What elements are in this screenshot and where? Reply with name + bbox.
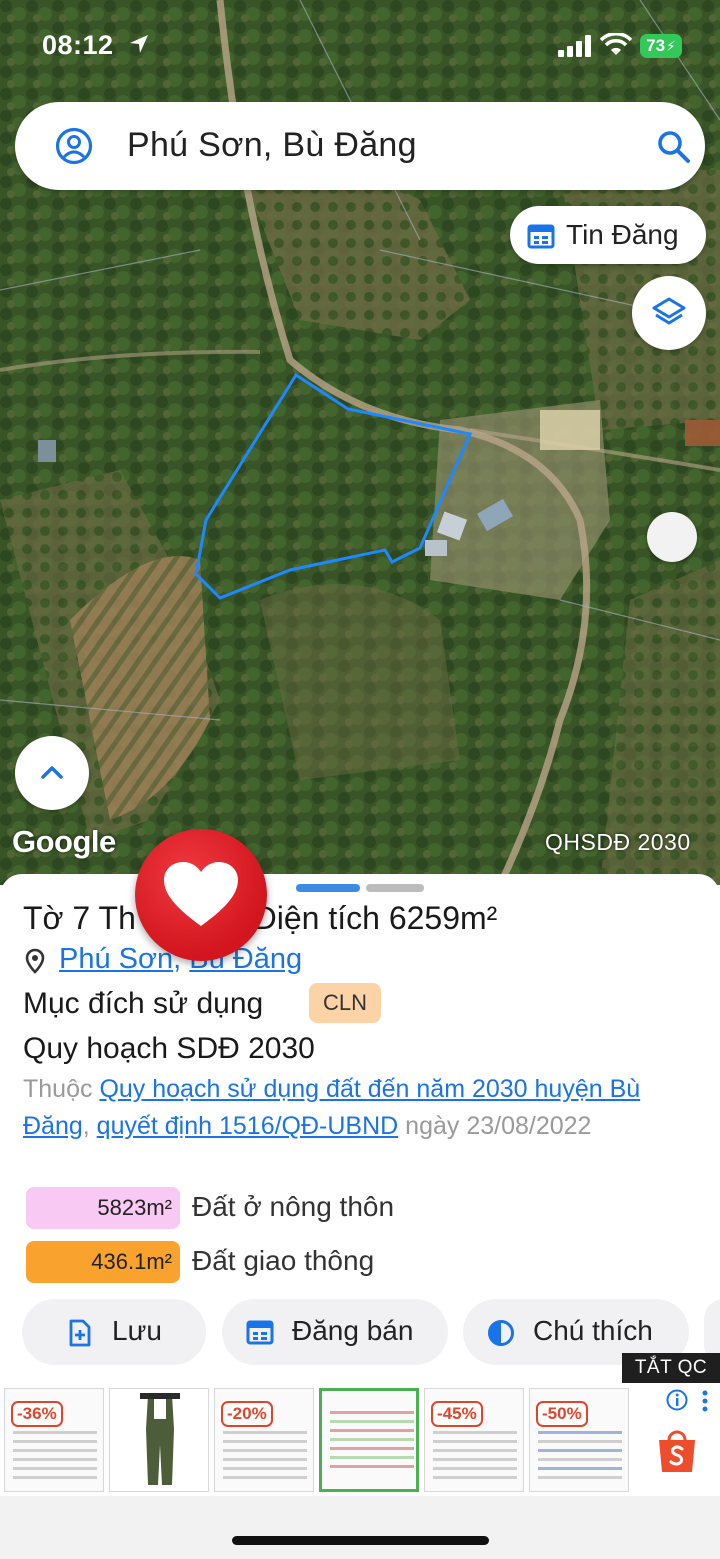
product-thumbnail: [223, 1431, 307, 1485]
hide-ads-button[interactable]: TẮT QC: [622, 1353, 720, 1383]
overlay-plan-label: QHSDĐ 2030: [545, 829, 691, 855]
map-layers-button[interactable]: [632, 276, 706, 350]
search-icon[interactable]: [656, 129, 692, 165]
shopee-logo-icon[interactable]: [656, 1428, 698, 1474]
search-bar[interactable]: Phú Sơn, Bù Đăng: [15, 102, 705, 190]
discount-badge: -36%: [11, 1401, 63, 1427]
ad-menu-icon[interactable]: [701, 1390, 709, 1412]
legend-label: Chú thích: [533, 1315, 653, 1346]
cellular-signal-icon: [558, 35, 591, 57]
product-thumbnail: [13, 1431, 97, 1485]
heart-icon: [164, 862, 238, 926]
battery-indicator: 73 ⚡: [640, 34, 682, 58]
charging-icon: ⚡: [666, 37, 676, 54]
area-type-label: Đất giao thông: [192, 1245, 375, 1276]
expand-up-button[interactable]: [15, 736, 89, 810]
ad-product-item[interactable]: -20%: [214, 1388, 314, 1492]
ad-product-item[interactable]: [319, 1388, 419, 1492]
ad-product-item[interactable]: [109, 1388, 209, 1492]
listings-label: Tin Đăng: [566, 219, 679, 250]
product-thumbnail: [330, 1411, 414, 1474]
home-indicator-area: [0, 1496, 720, 1559]
desc-prefix: Thuộc: [23, 1075, 100, 1103]
sheet-tab-indicator[interactable]: [366, 884, 424, 892]
chevron-up-icon: [41, 766, 63, 779]
search-input[interactable]: Phú Sơn, Bù Đăng: [127, 126, 417, 165]
desc-separator: ,: [82, 1112, 97, 1140]
parcel-title-start: Tờ 7 Th: [23, 900, 136, 936]
ad-product-item[interactable]: -36%: [4, 1388, 104, 1492]
plan-title: Quy hoạch SDĐ 2030: [23, 1032, 315, 1065]
parcel-area-title: , Diện tích 6259m²: [235, 900, 498, 936]
map-drag-handle[interactable]: [647, 512, 697, 562]
calendar-icon: [527, 224, 555, 249]
discount-badge: -45%: [431, 1401, 483, 1427]
decision-link[interactable]: quyết định 1516/QĐ-UBND: [97, 1112, 399, 1140]
save-label: Lưu: [112, 1315, 162, 1346]
land-use-code-badge: CLN: [309, 983, 381, 1023]
post-sale-button[interactable]: Đăng bán: [222, 1299, 448, 1365]
discount-badge: -20%: [221, 1401, 273, 1427]
calendar-icon: [246, 1320, 274, 1345]
product-thumbnail: [433, 1431, 517, 1485]
post-sale-label: Đăng bán: [292, 1315, 414, 1346]
parcel-info-sheet[interactable]: Tờ 7 Th, Diện tích 6259m² Phú Sơn, Bù Đă…: [0, 874, 720, 1394]
status-bar: 08:12 73 ⚡: [0, 0, 720, 90]
ad-info-icon[interactable]: [666, 1389, 688, 1411]
google-logo: Google: [12, 824, 116, 859]
ad-banner[interactable]: -36% -20% -45% -50%: [0, 1384, 720, 1496]
ad-product-item[interactable]: -50%: [529, 1388, 629, 1492]
battery-level: 73: [646, 36, 666, 55]
area-value-badge: 5823m²: [26, 1187, 180, 1229]
area-value-badge: 436.1m²: [26, 1241, 180, 1283]
product-thumbnail: [538, 1431, 622, 1485]
status-time: 08:12: [42, 30, 114, 60]
listings-button[interactable]: Tin Đăng: [510, 206, 706, 264]
discount-badge: -50%: [536, 1401, 588, 1427]
area-type-label: Đất ở nông thôn: [192, 1191, 395, 1222]
layers-icon: [652, 297, 686, 325]
ad-product-item[interactable]: -45%: [424, 1388, 524, 1492]
save-button[interactable]: Lưu: [22, 1299, 206, 1365]
wifi-icon: [600, 33, 632, 55]
action-buttons: Lưu Đăng bán Chú thích: [0, 1299, 720, 1367]
desc-date: ngày 23/08/2022: [398, 1112, 592, 1140]
plan-description: Thuộc Quy hoạch sử dụng đất đến năm 2030…: [23, 1071, 693, 1145]
land-use-purpose-label: Mục đích sử dụng: [23, 987, 264, 1020]
location-arrow-icon: [130, 35, 148, 53]
home-indicator[interactable]: [232, 1536, 489, 1545]
add-file-icon: [69, 1319, 91, 1347]
location-pin-icon: [25, 948, 45, 974]
account-icon[interactable]: [55, 127, 93, 165]
product-thumbnail: [140, 1393, 180, 1485]
favorite-heart-button[interactable]: [135, 829, 267, 961]
half-circle-icon: [488, 1320, 514, 1346]
satellite-map[interactable]: 08:12 73 ⚡ Phú Sơn, Bù Đăng Tin Đăng Goo…: [0, 0, 720, 885]
sheet-tab-indicator-active[interactable]: [296, 884, 360, 892]
commune-link[interactable]: Phú Sơn: [59, 943, 173, 975]
